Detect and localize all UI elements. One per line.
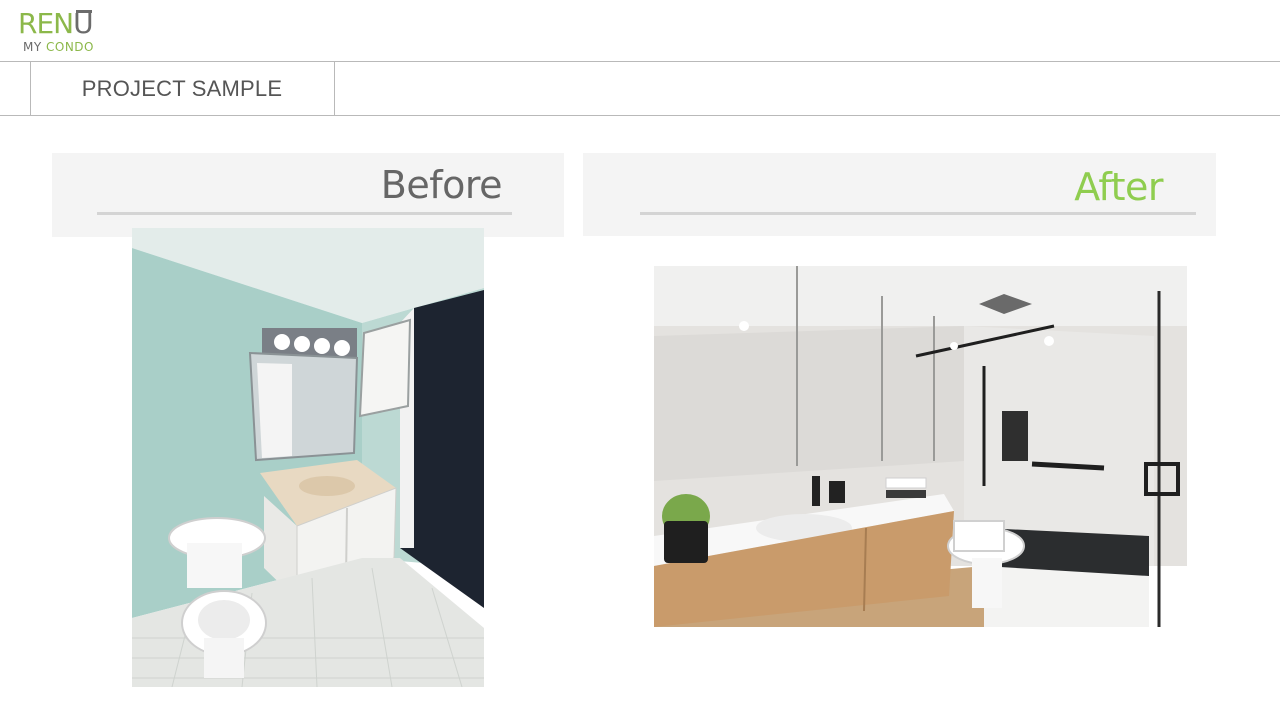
after-photo bbox=[654, 266, 1187, 627]
logo-tagline: MY CONDO bbox=[23, 40, 94, 54]
before-label: Before bbox=[380, 163, 503, 207]
before-photo bbox=[132, 228, 484, 687]
logo-tagline-part1: MY bbox=[23, 40, 46, 54]
after-panel: After bbox=[583, 153, 1216, 236]
section-title: PROJECT SAMPLE bbox=[81, 75, 283, 101]
after-label: After bbox=[1074, 165, 1163, 209]
logo-word-part1: REN bbox=[18, 7, 74, 40]
logo-macron-mark bbox=[76, 10, 92, 13]
header-right-divider bbox=[334, 62, 335, 115]
before-underline bbox=[97, 212, 512, 215]
after-underline bbox=[640, 212, 1196, 215]
header-bottom-divider bbox=[0, 115, 1280, 116]
company-logo: RENU MY CONDO bbox=[18, 8, 108, 56]
before-panel: Before bbox=[52, 153, 564, 237]
logo-tagline-part2: CONDO bbox=[46, 40, 94, 54]
